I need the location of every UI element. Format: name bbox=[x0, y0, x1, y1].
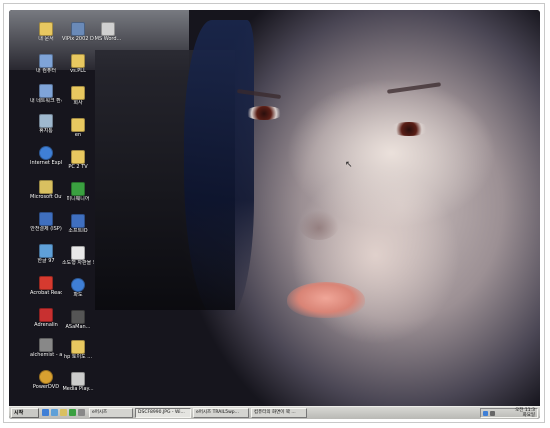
recycle-bin-icon bbox=[39, 114, 53, 128]
desktop-icon-powerdvd[interactable]: PowerDVD bbox=[30, 370, 62, 390]
app-icon bbox=[71, 214, 85, 228]
folder-icon bbox=[71, 340, 85, 354]
quicklaunch-outlook-icon[interactable] bbox=[60, 409, 67, 416]
desktop-icon-my-documents[interactable]: 내 문서 bbox=[30, 22, 62, 42]
taskbar-task-0[interactable]: e어시즈 bbox=[89, 408, 133, 418]
powerdvd-icon bbox=[39, 370, 53, 384]
desktop-icon-asaman[interactable]: ASaMan... bbox=[62, 310, 94, 330]
desktop-icon-minieniere[interactable]: 미니웨니어 bbox=[62, 182, 94, 202]
desktop-icon-hp-toy[interactable]: hp 토이도 ... bbox=[62, 340, 94, 360]
taskbar-task-2[interactable]: e어시즈 TRAIL5wp... bbox=[193, 408, 249, 418]
taskbar-task-1[interactable]: DSCF8990.JPG - Wi... bbox=[135, 408, 191, 418]
photo-frame: ↖ 내 문서 내 컴퓨터 내 네트워크 환경 휴지통 Internet Expl… bbox=[3, 3, 545, 423]
desktop-icon-isp[interactable]: 안전결제 (ISP) bbox=[30, 212, 62, 232]
folder-icon bbox=[71, 150, 85, 164]
wallpaper-brow-right bbox=[386, 82, 442, 94]
desktop-icon-my-computer[interactable]: 내 컴퓨터 bbox=[30, 54, 62, 74]
internet-explorer-icon bbox=[39, 146, 53, 160]
folder-icon bbox=[71, 54, 85, 68]
tray-clock[interactable]: 오전 11:3 화요일 bbox=[515, 408, 535, 418]
desktop-icon-acrobat[interactable]: Acrobat Reader 5.1 bbox=[30, 276, 62, 296]
desktop-icon-internet-explorer[interactable]: Internet Explorer bbox=[30, 146, 62, 166]
wallpaper-nose bbox=[299, 210, 339, 240]
app-icon bbox=[71, 310, 85, 324]
tray-volume-icon[interactable] bbox=[490, 411, 495, 416]
taskbar: 시작 e어시즈 DSCF8990.JPG - Wi... e어시즈 TRAIL5… bbox=[9, 406, 540, 419]
alchemist-icon bbox=[39, 338, 53, 352]
outlook-icon bbox=[39, 180, 53, 194]
wallpaper-eye-left bbox=[245, 106, 283, 120]
desktop-icon-en[interactable]: en bbox=[62, 118, 94, 138]
folder-icon bbox=[39, 22, 53, 36]
folder-icon bbox=[71, 86, 85, 100]
desktop-icon-ms-word[interactable]: MS Word... bbox=[92, 22, 124, 42]
desktop-icon-vs-pll[interactable]: vs.PLL bbox=[62, 54, 94, 74]
desktop-icon-alchemist[interactable]: alchemist - adrenalin... bbox=[30, 338, 62, 358]
monitor-bezel: ↖ 내 문서 내 컴퓨터 내 네트워크 환경 휴지통 Internet Expl… bbox=[9, 10, 540, 419]
wallpaper-eye-right bbox=[389, 122, 429, 136]
media-player-icon bbox=[71, 372, 85, 386]
desktop-icon-hangul[interactable]: 한글 97 bbox=[30, 244, 62, 264]
desktop-icon-software-io[interactable]: 소프트IO bbox=[62, 214, 94, 234]
quicklaunch-app-icon[interactable] bbox=[69, 409, 76, 416]
app-icon bbox=[71, 182, 85, 196]
adrenalin-icon bbox=[39, 308, 53, 322]
taskbar-task-3[interactable]: 컴퓨터의 화면이 꽉 ... bbox=[251, 408, 307, 418]
wallpaper-hair bbox=[184, 20, 254, 320]
desktop-icon-adrenalin[interactable]: Adrenalin bbox=[30, 308, 62, 328]
desktop-icon-vipix[interactable]: VIPix 2002 Deluxe bbox=[62, 22, 94, 42]
desktop-icon-recycle-bin[interactable]: 휴지통 bbox=[30, 114, 62, 134]
quicklaunch-ie-icon[interactable] bbox=[51, 409, 58, 416]
computer-icon bbox=[39, 54, 53, 68]
desktop-icon-outlook[interactable]: Microsoft Outlook bbox=[30, 180, 62, 200]
desktop-icon-wave[interactable]: 파도 bbox=[62, 278, 94, 298]
desktop-icon-keyboard[interactable]: 소도형 자판을 도... bbox=[62, 246, 94, 266]
acrobat-icon bbox=[39, 276, 53, 290]
network-icon bbox=[39, 84, 53, 98]
vipix-icon bbox=[71, 22, 85, 36]
mouse-pointer-icon: ↖ bbox=[345, 160, 353, 170]
system-tray: 오전 11:3 화요일 bbox=[480, 408, 538, 418]
hangul-icon bbox=[39, 244, 53, 258]
folder-icon bbox=[71, 118, 85, 132]
isp-icon bbox=[39, 212, 53, 226]
tray-day: 화요일 bbox=[522, 412, 535, 418]
desktop-icon-company[interactable]: 회사 bbox=[62, 86, 94, 106]
keyboard-icon bbox=[71, 246, 85, 260]
quicklaunch-app2-icon[interactable] bbox=[78, 409, 85, 416]
start-button[interactable]: 시작 bbox=[11, 408, 39, 418]
document-icon bbox=[101, 22, 115, 36]
desktop-screen: ↖ 내 문서 내 컴퓨터 내 네트워크 환경 휴지통 Internet Expl… bbox=[9, 10, 540, 419]
tray-network-icon[interactable] bbox=[483, 411, 488, 416]
desktop-icon-network[interactable]: 내 네트워크 환경 bbox=[30, 84, 62, 104]
wave-icon bbox=[71, 278, 85, 292]
desktop-icon-pc2tv[interactable]: PC 2 TV bbox=[62, 150, 94, 170]
wallpaper-lips bbox=[287, 282, 365, 318]
quicklaunch-desktop-icon[interactable] bbox=[42, 409, 49, 416]
desktop-icon-media-player[interactable]: Media Play... bbox=[62, 372, 94, 392]
